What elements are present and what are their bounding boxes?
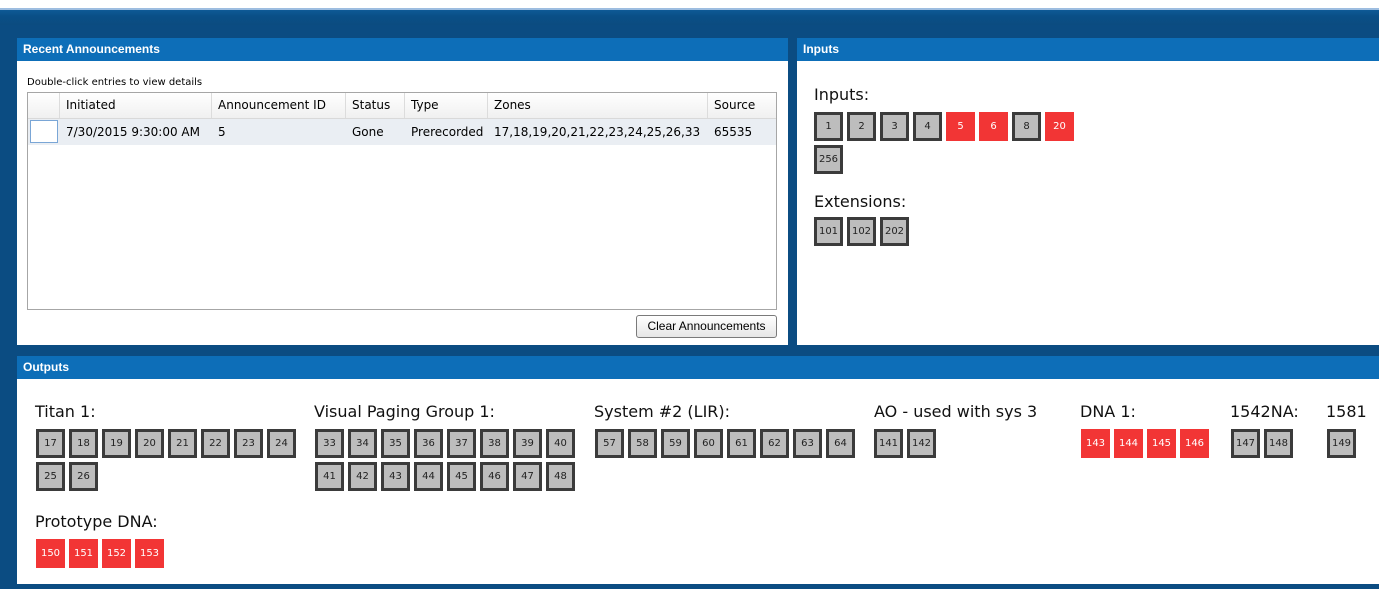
channel-chip-146[interactable]: 146 xyxy=(1180,429,1209,458)
top-strip xyxy=(0,0,1379,8)
panel-title: Recent Announcements xyxy=(17,38,788,61)
channel-chip-47[interactable]: 47 xyxy=(513,462,542,491)
channel-chip-37[interactable]: 37 xyxy=(447,429,476,458)
channel-chip-58[interactable]: 58 xyxy=(628,429,657,458)
column-header-type[interactable]: Type xyxy=(405,93,488,118)
cell-announcement-id: 5 xyxy=(218,125,226,139)
channel-chip-25[interactable]: 25 xyxy=(36,462,65,491)
channel-chip-144[interactable]: 144 xyxy=(1114,429,1143,458)
channel-chip-143[interactable]: 143 xyxy=(1081,429,1110,458)
channel-chip-24[interactable]: 24 xyxy=(267,429,296,458)
panel-title: Inputs xyxy=(797,38,1379,61)
channel-chip-35[interactable]: 35 xyxy=(381,429,410,458)
column-header-selector[interactable] xyxy=(28,93,60,118)
channel-chip-145[interactable]: 145 xyxy=(1147,429,1176,458)
channel-chip-3[interactable]: 3 xyxy=(880,112,909,141)
output-group-label-1542na: 1542NA: xyxy=(1230,402,1299,421)
hint-text: Double-click entries to view details xyxy=(27,77,203,88)
channel-chip-63[interactable]: 63 xyxy=(793,429,822,458)
channel-chip-20[interactable]: 20 xyxy=(1045,112,1074,141)
column-header-initiated[interactable]: Initiated xyxy=(60,93,212,118)
channel-chip-153[interactable]: 153 xyxy=(135,539,164,568)
channel-chip-21[interactable]: 21 xyxy=(168,429,197,458)
column-header-zones[interactable]: Zones xyxy=(488,93,708,118)
recent-announcements-panel: Recent Announcements Double-click entrie… xyxy=(17,38,788,345)
channel-chip-23[interactable]: 23 xyxy=(234,429,263,458)
output-group-label-titan-1: Titan 1: xyxy=(35,402,96,421)
clear-announcements-button[interactable]: Clear Announcements xyxy=(636,315,777,338)
output-group-label-ao: AO - used with sys 3 xyxy=(874,402,1038,421)
announcements-grid[interactable]: Initiated Announcement ID Status Type Zo… xyxy=(27,92,777,310)
channel-chip-148[interactable]: 148 xyxy=(1264,429,1293,458)
output-group-label-system-2-lir: System #2 (LIR): xyxy=(594,402,731,421)
column-header-status[interactable]: Status xyxy=(346,93,405,118)
channel-chip-42[interactable]: 42 xyxy=(348,462,377,491)
channel-chip-45[interactable]: 45 xyxy=(447,462,476,491)
channel-chip-43[interactable]: 43 xyxy=(381,462,410,491)
cell-initiated: 7/30/2015 9:30:00 AM xyxy=(66,125,200,139)
channel-chip-22[interactable]: 22 xyxy=(201,429,230,458)
channel-chip-38[interactable]: 38 xyxy=(480,429,509,458)
channel-chip-41[interactable]: 41 xyxy=(315,462,344,491)
column-header-announcement-id[interactable]: Announcement ID xyxy=(212,93,346,118)
cell-type: Prerecorded xyxy=(411,125,484,139)
table-row[interactable]: 7/30/2015 9:30:00 AM 5 Gone Prerecorded … xyxy=(28,119,776,145)
column-header-source[interactable]: Source xyxy=(708,93,776,118)
channel-chip-1[interactable]: 1 xyxy=(814,112,843,141)
channel-chip-8[interactable]: 8 xyxy=(1012,112,1041,141)
channel-chip-6[interactable]: 6 xyxy=(979,112,1008,141)
channel-chip-19[interactable]: 19 xyxy=(102,429,131,458)
channel-chip-202[interactable]: 202 xyxy=(880,217,909,246)
channel-chip-61[interactable]: 61 xyxy=(727,429,756,458)
channel-chip-102[interactable]: 102 xyxy=(847,217,876,246)
panel-title: Outputs xyxy=(17,356,1379,379)
extensions-group-label: Extensions: xyxy=(814,192,907,211)
channel-chip-151[interactable]: 151 xyxy=(69,539,98,568)
channel-chip-46[interactable]: 46 xyxy=(480,462,509,491)
channel-chip-152[interactable]: 152 xyxy=(102,539,131,568)
channel-chip-60[interactable]: 60 xyxy=(694,429,723,458)
channel-chip-4[interactable]: 4 xyxy=(913,112,942,141)
channel-chip-18[interactable]: 18 xyxy=(69,429,98,458)
channel-chip-44[interactable]: 44 xyxy=(414,462,443,491)
channel-chip-48[interactable]: 48 xyxy=(546,462,575,491)
channel-chip-33[interactable]: 33 xyxy=(315,429,344,458)
channel-chip-40[interactable]: 40 xyxy=(546,429,575,458)
cell-source: 65535 xyxy=(714,125,753,139)
output-group-label-prototype-dna: Prototype DNA: xyxy=(35,512,158,531)
channel-chip-256[interactable]: 256 xyxy=(814,145,843,174)
channel-chip-62[interactable]: 62 xyxy=(760,429,789,458)
outputs-panel: Outputs Titan 1: Visual Paging Group 1: … xyxy=(17,356,1379,584)
channel-chip-147[interactable]: 147 xyxy=(1231,429,1260,458)
channel-chip-150[interactable]: 150 xyxy=(36,539,65,568)
top-bar xyxy=(0,8,1379,25)
channel-chip-59[interactable]: 59 xyxy=(661,429,690,458)
output-group-label-dna-1: DNA 1: xyxy=(1080,402,1136,421)
channel-chip-101[interactable]: 101 xyxy=(814,217,843,246)
row-selector[interactable] xyxy=(30,120,58,143)
grid-header: Initiated Announcement ID Status Type Zo… xyxy=(28,93,776,119)
inputs-panel: Inputs Inputs: Extensions: 1 2 3 4 5 6 8 20 256 1… xyxy=(797,38,1379,345)
channel-chip-39[interactable]: 39 xyxy=(513,429,542,458)
cell-zones: 17,18,19,20,21,22,23,24,25,26,33 xyxy=(494,125,701,139)
channel-chip-2[interactable]: 2 xyxy=(847,112,876,141)
channel-chip-57[interactable]: 57 xyxy=(595,429,624,458)
inputs-group-label: Inputs: xyxy=(814,85,870,104)
channel-chip-26[interactable]: 26 xyxy=(69,462,98,491)
channel-chip-20[interactable]: 20 xyxy=(135,429,164,458)
output-group-label-1581: 1581 xyxy=(1326,402,1367,421)
channel-chip-142[interactable]: 142 xyxy=(907,429,936,458)
channel-chip-149[interactable]: 149 xyxy=(1327,429,1356,458)
cell-status: Gone xyxy=(352,125,384,139)
channel-chip-34[interactable]: 34 xyxy=(348,429,377,458)
channel-chip-141[interactable]: 141 xyxy=(874,429,903,458)
channel-chip-36[interactable]: 36 xyxy=(414,429,443,458)
channel-chip-17[interactable]: 17 xyxy=(36,429,65,458)
channel-chip-64[interactable]: 64 xyxy=(826,429,855,458)
channel-chip-5[interactable]: 5 xyxy=(946,112,975,141)
output-group-label-visual-paging-group-1: Visual Paging Group 1: xyxy=(314,402,495,421)
